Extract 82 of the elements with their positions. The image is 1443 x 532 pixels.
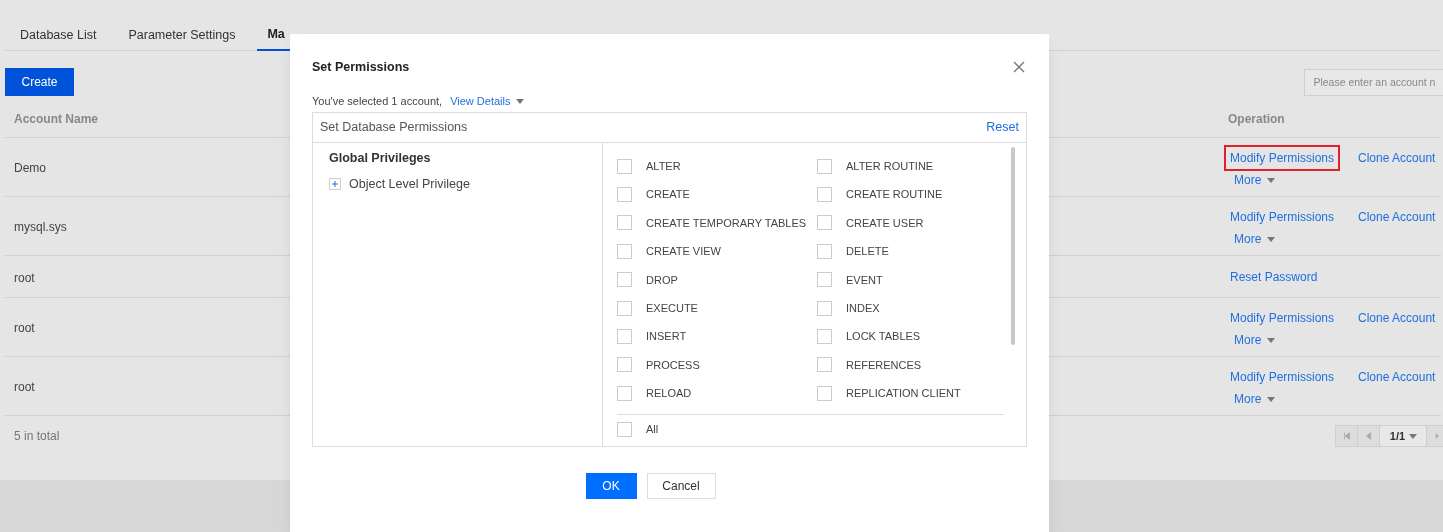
table-cell: Demo <box>14 161 46 175</box>
checkbox[interactable] <box>817 300 832 316</box>
checkbox-label: EXECUTE <box>646 300 698 316</box>
checkbox[interactable] <box>617 357 632 373</box>
checkbox-label: PROCESS <box>646 357 700 373</box>
close-icon[interactable] <box>1013 61 1025 73</box>
checkbox[interactable] <box>817 158 832 174</box>
scrollbar[interactable] <box>1011 147 1015 345</box>
checkbox-label: LOCK TABLES <box>846 329 921 345</box>
action-link[interactable]: Clone Account <box>1352 364 1442 390</box>
checkbox-label: CREATE <box>646 187 690 203</box>
checkbox-label: EVENT <box>846 272 883 288</box>
checkbox-label: DELETE <box>846 244 889 260</box>
checkbox-label: All <box>646 422 659 438</box>
checkbox-label: RELOAD <box>646 386 692 402</box>
checkbox[interactable] <box>617 300 632 316</box>
action-link[interactable]: Clone Account <box>1352 204 1442 230</box>
action-link[interactable]: Clone Account <box>1352 145 1442 171</box>
checkbox-label: CREATE USER <box>846 215 924 231</box>
tab[interactable]: Database List <box>10 20 107 51</box>
checkbox[interactable] <box>817 243 832 259</box>
create-button[interactable]: Create <box>5 68 74 96</box>
tab[interactable]: Parameter Settings <box>118 20 246 51</box>
checkbox-label: REPLICATION CLIENT <box>846 386 961 402</box>
table-cell: root <box>14 270 35 285</box>
ok-button[interactable]: OK <box>585 473 637 499</box>
checkbox[interactable] <box>617 385 632 401</box>
action-link[interactable]: Clone Account <box>1352 305 1442 331</box>
caret-icon <box>1267 337 1276 343</box>
checkbox[interactable] <box>617 272 632 288</box>
action-link[interactable]: Modify Permissions <box>1224 364 1341 390</box>
page-select[interactable]: 1/1 <box>1380 426 1427 446</box>
total-count: 5 in total <box>13 428 60 445</box>
caret-icon <box>1409 433 1418 439</box>
checkbox-label: DROP <box>646 272 678 288</box>
more-link[interactable]: More <box>1234 230 1262 248</box>
tree-heading: Global Privileges <box>329 150 432 167</box>
table-cell: root <box>14 321 35 335</box>
column-header: Account Name <box>14 111 99 126</box>
tree-item[interactable]: Object Level Privilege <box>349 174 470 194</box>
action-link[interactable]: Modify Permissions <box>1224 204 1341 230</box>
more-link[interactable]: More <box>1234 390 1262 408</box>
panel-title: Set Database Permissions <box>320 119 468 137</box>
caret-icon <box>516 98 525 104</box>
more-link[interactable]: More <box>1234 331 1262 349</box>
checkbox[interactable] <box>817 215 832 231</box>
search-field[interactable]: Please enter an account n <box>1304 68 1443 96</box>
reset-link[interactable]: Reset <box>986 118 1019 137</box>
caret-icon <box>1267 177 1276 183</box>
checkbox[interactable] <box>817 187 832 203</box>
checkbox[interactable] <box>617 329 632 345</box>
caret-icon <box>1267 396 1276 402</box>
checkbox-label: CREATE TEMPORARY TABLES <box>646 215 807 231</box>
checkbox-label: ALTER <box>646 158 681 174</box>
caret-icon <box>1267 236 1276 242</box>
view-details-link[interactable]: View Details <box>450 92 511 110</box>
checkbox[interactable] <box>817 329 832 345</box>
table-cell: root <box>14 380 35 394</box>
checkbox[interactable] <box>617 158 632 174</box>
checkbox[interactable] <box>617 215 632 231</box>
table-cell: mysql.sys <box>14 220 67 234</box>
checkbox-label: INDEX <box>846 300 880 316</box>
more-link[interactable]: More <box>1234 171 1262 189</box>
checkbox[interactable] <box>817 357 832 373</box>
checkbox-label: ALTER ROUTINE <box>846 158 934 174</box>
column-header: Operation <box>1228 110 1285 128</box>
checkbox-label: REFERENCES <box>846 357 922 373</box>
checkbox-label: INSERT <box>646 329 687 345</box>
selection-text: You've selected 1 account, <box>312 93 443 109</box>
plus-icon[interactable] <box>329 178 341 191</box>
checkbox[interactable] <box>817 385 832 401</box>
cancel-button[interactable]: Cancel <box>646 473 716 499</box>
checkbox-label: CREATE VIEW <box>646 244 721 260</box>
action-link[interactable]: Reset Password <box>1224 263 1324 290</box>
checkbox[interactable] <box>817 272 832 288</box>
checkbox[interactable] <box>617 422 632 438</box>
checkbox-label: CREATE ROUTINE <box>846 187 943 203</box>
action-link[interactable]: Modify Permissions <box>1224 305 1341 331</box>
dialog-title: Set Permissions <box>312 58 410 76</box>
checkbox[interactable] <box>617 187 632 203</box>
action-link[interactable]: Modify Permissions <box>1224 145 1341 171</box>
checkbox[interactable] <box>617 243 632 259</box>
